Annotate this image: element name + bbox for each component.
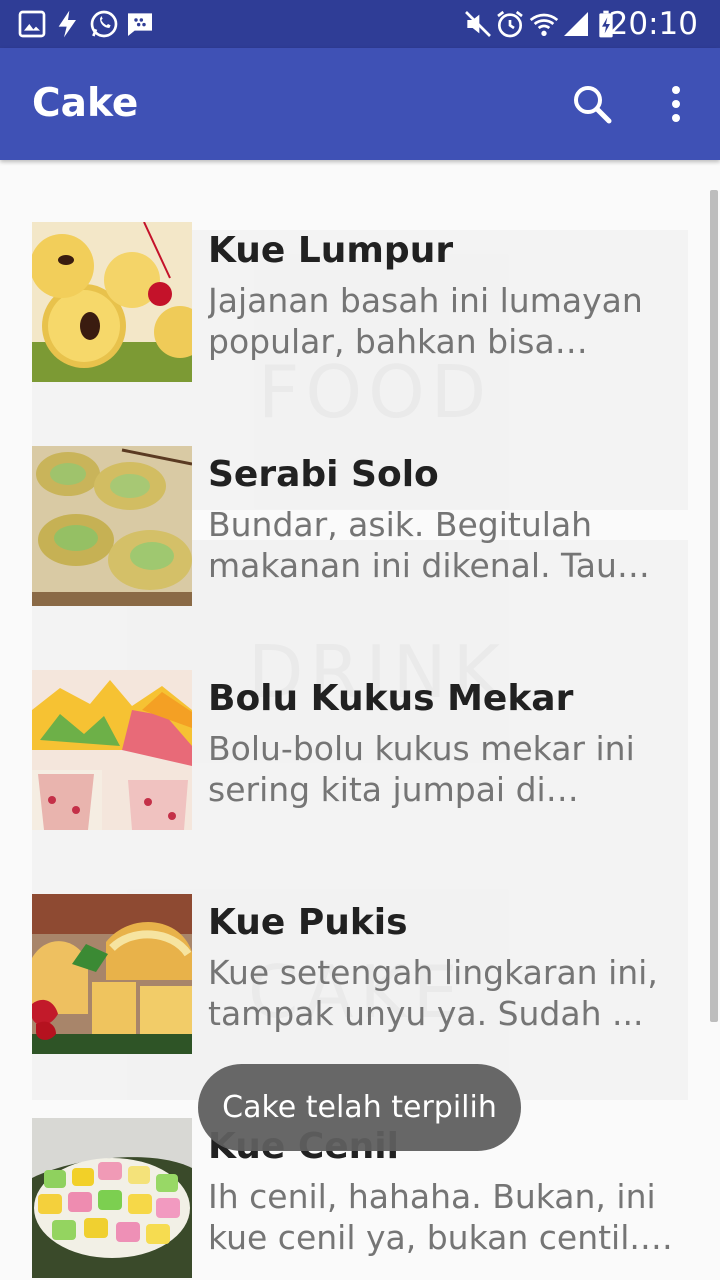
kue-lumpur-image bbox=[32, 222, 192, 382]
item-name: Serabi Solo bbox=[208, 454, 439, 495]
item-name: Kue Pukis bbox=[208, 902, 408, 943]
item-description: Bundar, asik. Begitulah makanan ini dike… bbox=[208, 505, 617, 585]
toast-message: Cake telah terpilih bbox=[222, 1090, 497, 1125]
kue-pukis-image bbox=[32, 894, 192, 1054]
list-item[interactable]: Bolu Kukus Mekar Bolu-bolu kukus mekar i… bbox=[0, 608, 720, 832]
serabi-solo-image bbox=[32, 446, 192, 606]
item-description: Ih cenil, hahaha. Bukan, ini kue cenil y… bbox=[208, 1177, 656, 1257]
kue-cenil-image bbox=[32, 1118, 192, 1278]
signal-icon bbox=[564, 12, 588, 36]
list-item[interactable]: Serabi Solo Bundar, asik. Begitulah maka… bbox=[0, 384, 720, 608]
item-description: Bolu-bolu kukus mekar ini sering kita ju… bbox=[208, 729, 635, 809]
list-item[interactable]: Kue Pukis Kue setengah lingkaran ini, ta… bbox=[0, 832, 720, 1056]
list-scrollbar[interactable] bbox=[710, 190, 718, 1022]
clock: 20:10 bbox=[608, 6, 698, 42]
wifi-icon bbox=[529, 13, 559, 36]
flash-icon bbox=[58, 10, 76, 38]
page-title: Cake bbox=[32, 81, 139, 126]
alarm-icon bbox=[497, 10, 523, 38]
item-description: Kue setengah lingkaran ini, tampak unyu … bbox=[208, 953, 658, 1033]
app-bar: Cake bbox=[0, 48, 720, 160]
more-vert-icon[interactable] bbox=[644, 72, 708, 136]
item-description: Jajanan basah ini lumayan popular, bahka… bbox=[208, 281, 643, 361]
bolu-kukus-mekar-image bbox=[32, 670, 192, 830]
mute-icon bbox=[465, 11, 491, 37]
bbm-icon bbox=[128, 13, 152, 36]
toast: Cake telah terpilih bbox=[198, 1064, 521, 1151]
whatsapp-icon bbox=[90, 10, 118, 38]
status-bar: 20:10 bbox=[0, 0, 720, 48]
item-name: Bolu Kukus Mekar bbox=[208, 678, 574, 719]
search-icon[interactable] bbox=[560, 72, 624, 136]
item-name: Kue Lumpur bbox=[208, 230, 454, 271]
image-icon bbox=[18, 10, 46, 38]
list-item[interactable]: Kue Lumpur Jajanan basah ini lumayan pop… bbox=[0, 160, 720, 384]
